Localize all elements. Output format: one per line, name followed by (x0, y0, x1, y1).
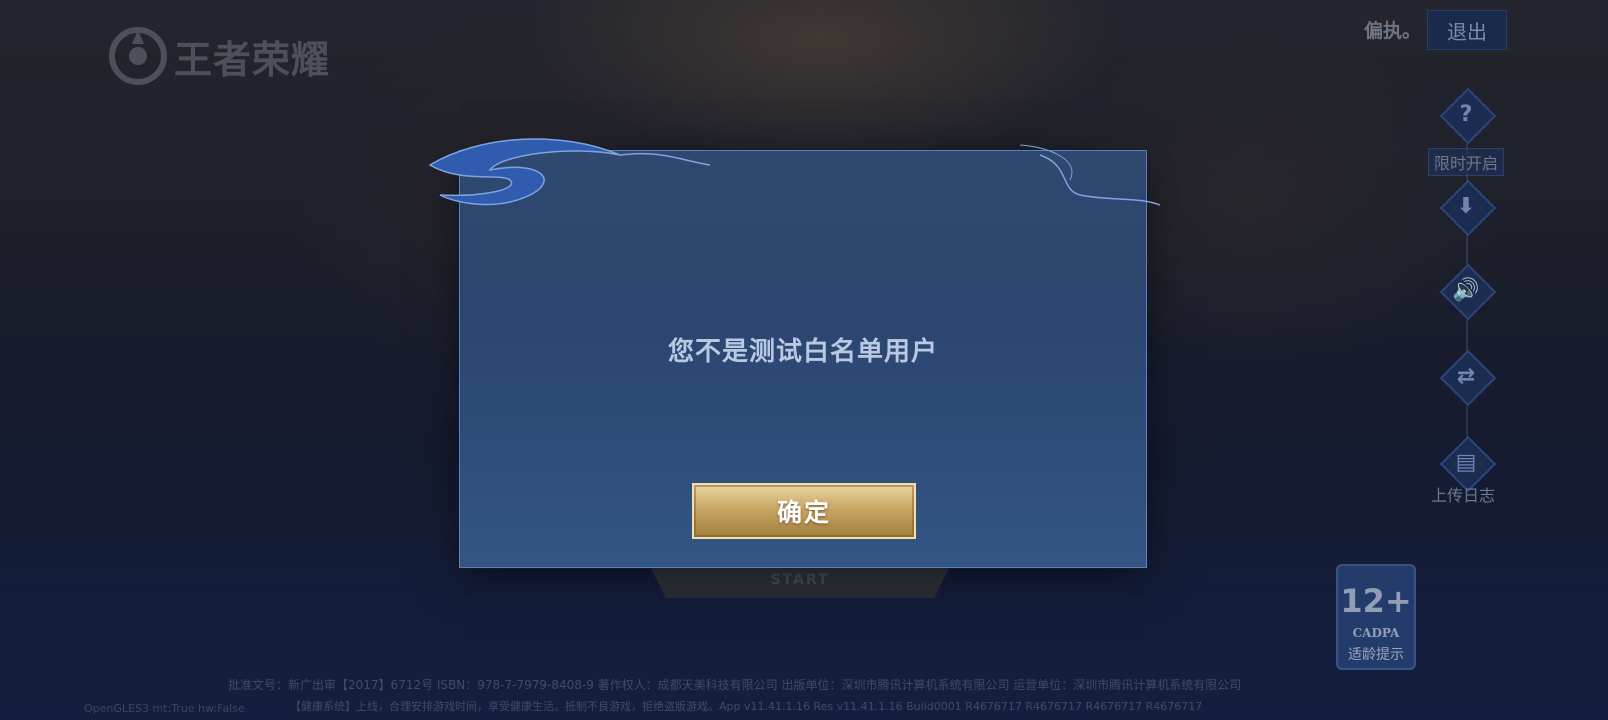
limited-open-label: 限时开启 (1428, 148, 1505, 176)
switch-account-button[interactable]: ⇄ (1439, 349, 1497, 407)
confirm-button[interactable]: 确定 (692, 483, 916, 539)
logo-mark-icon (109, 27, 167, 85)
age-rating-tip: 适龄提示 (1348, 647, 1404, 663)
confirm-button-label: 确定 (776, 498, 831, 527)
age-rating-org: CADPA (1352, 626, 1400, 640)
logo-text: 王者荣耀 (174, 37, 331, 82)
help-button[interactable]: ? (1439, 87, 1497, 145)
footer-license-text: 批准文号：新广出审【2017】6712号 ISBN：978-7-7979-840… (228, 678, 1242, 692)
switch-account-icon: ⇄ (1456, 363, 1476, 389)
download-icon: ⬇ (1456, 193, 1476, 219)
speaker-icon: 🔊 (1452, 277, 1480, 303)
start-sub-label: START (770, 572, 830, 588)
footer-health-text: 【健康系统】上线，合理安排游戏时间，享受健康生活。抵制不良游戏，拒绝盗版游戏。A… (290, 700, 1203, 713)
age-rating-badge: 12+ CADPA 适龄提示 (1336, 564, 1416, 670)
upload-log-label: 上传日志 (1431, 486, 1496, 505)
logout-button[interactable]: 退出 (1427, 10, 1507, 50)
alert-dialog: 您不是测试白名单用户 确定 (428, 138, 1160, 568)
age-rating: 12+ (1340, 582, 1412, 620)
upload-log-button[interactable]: ▤ (1439, 435, 1497, 493)
dialog-message: 您不是测试白名单用户 (667, 337, 938, 367)
upload-log-icon: ▤ (1455, 449, 1477, 475)
game-logo: 王者荣耀 (108, 24, 330, 88)
download-button[interactable]: ⬇ (1439, 179, 1497, 237)
question-icon: ? (1459, 101, 1473, 127)
dialog-swirl-ornament-icon (428, 138, 1160, 206)
sound-button[interactable]: 🔊 (1439, 263, 1497, 321)
username-label: 偏执。 (1364, 20, 1422, 42)
footer-gl-info: OpenGLES3 mt:True hw:False (84, 702, 245, 715)
